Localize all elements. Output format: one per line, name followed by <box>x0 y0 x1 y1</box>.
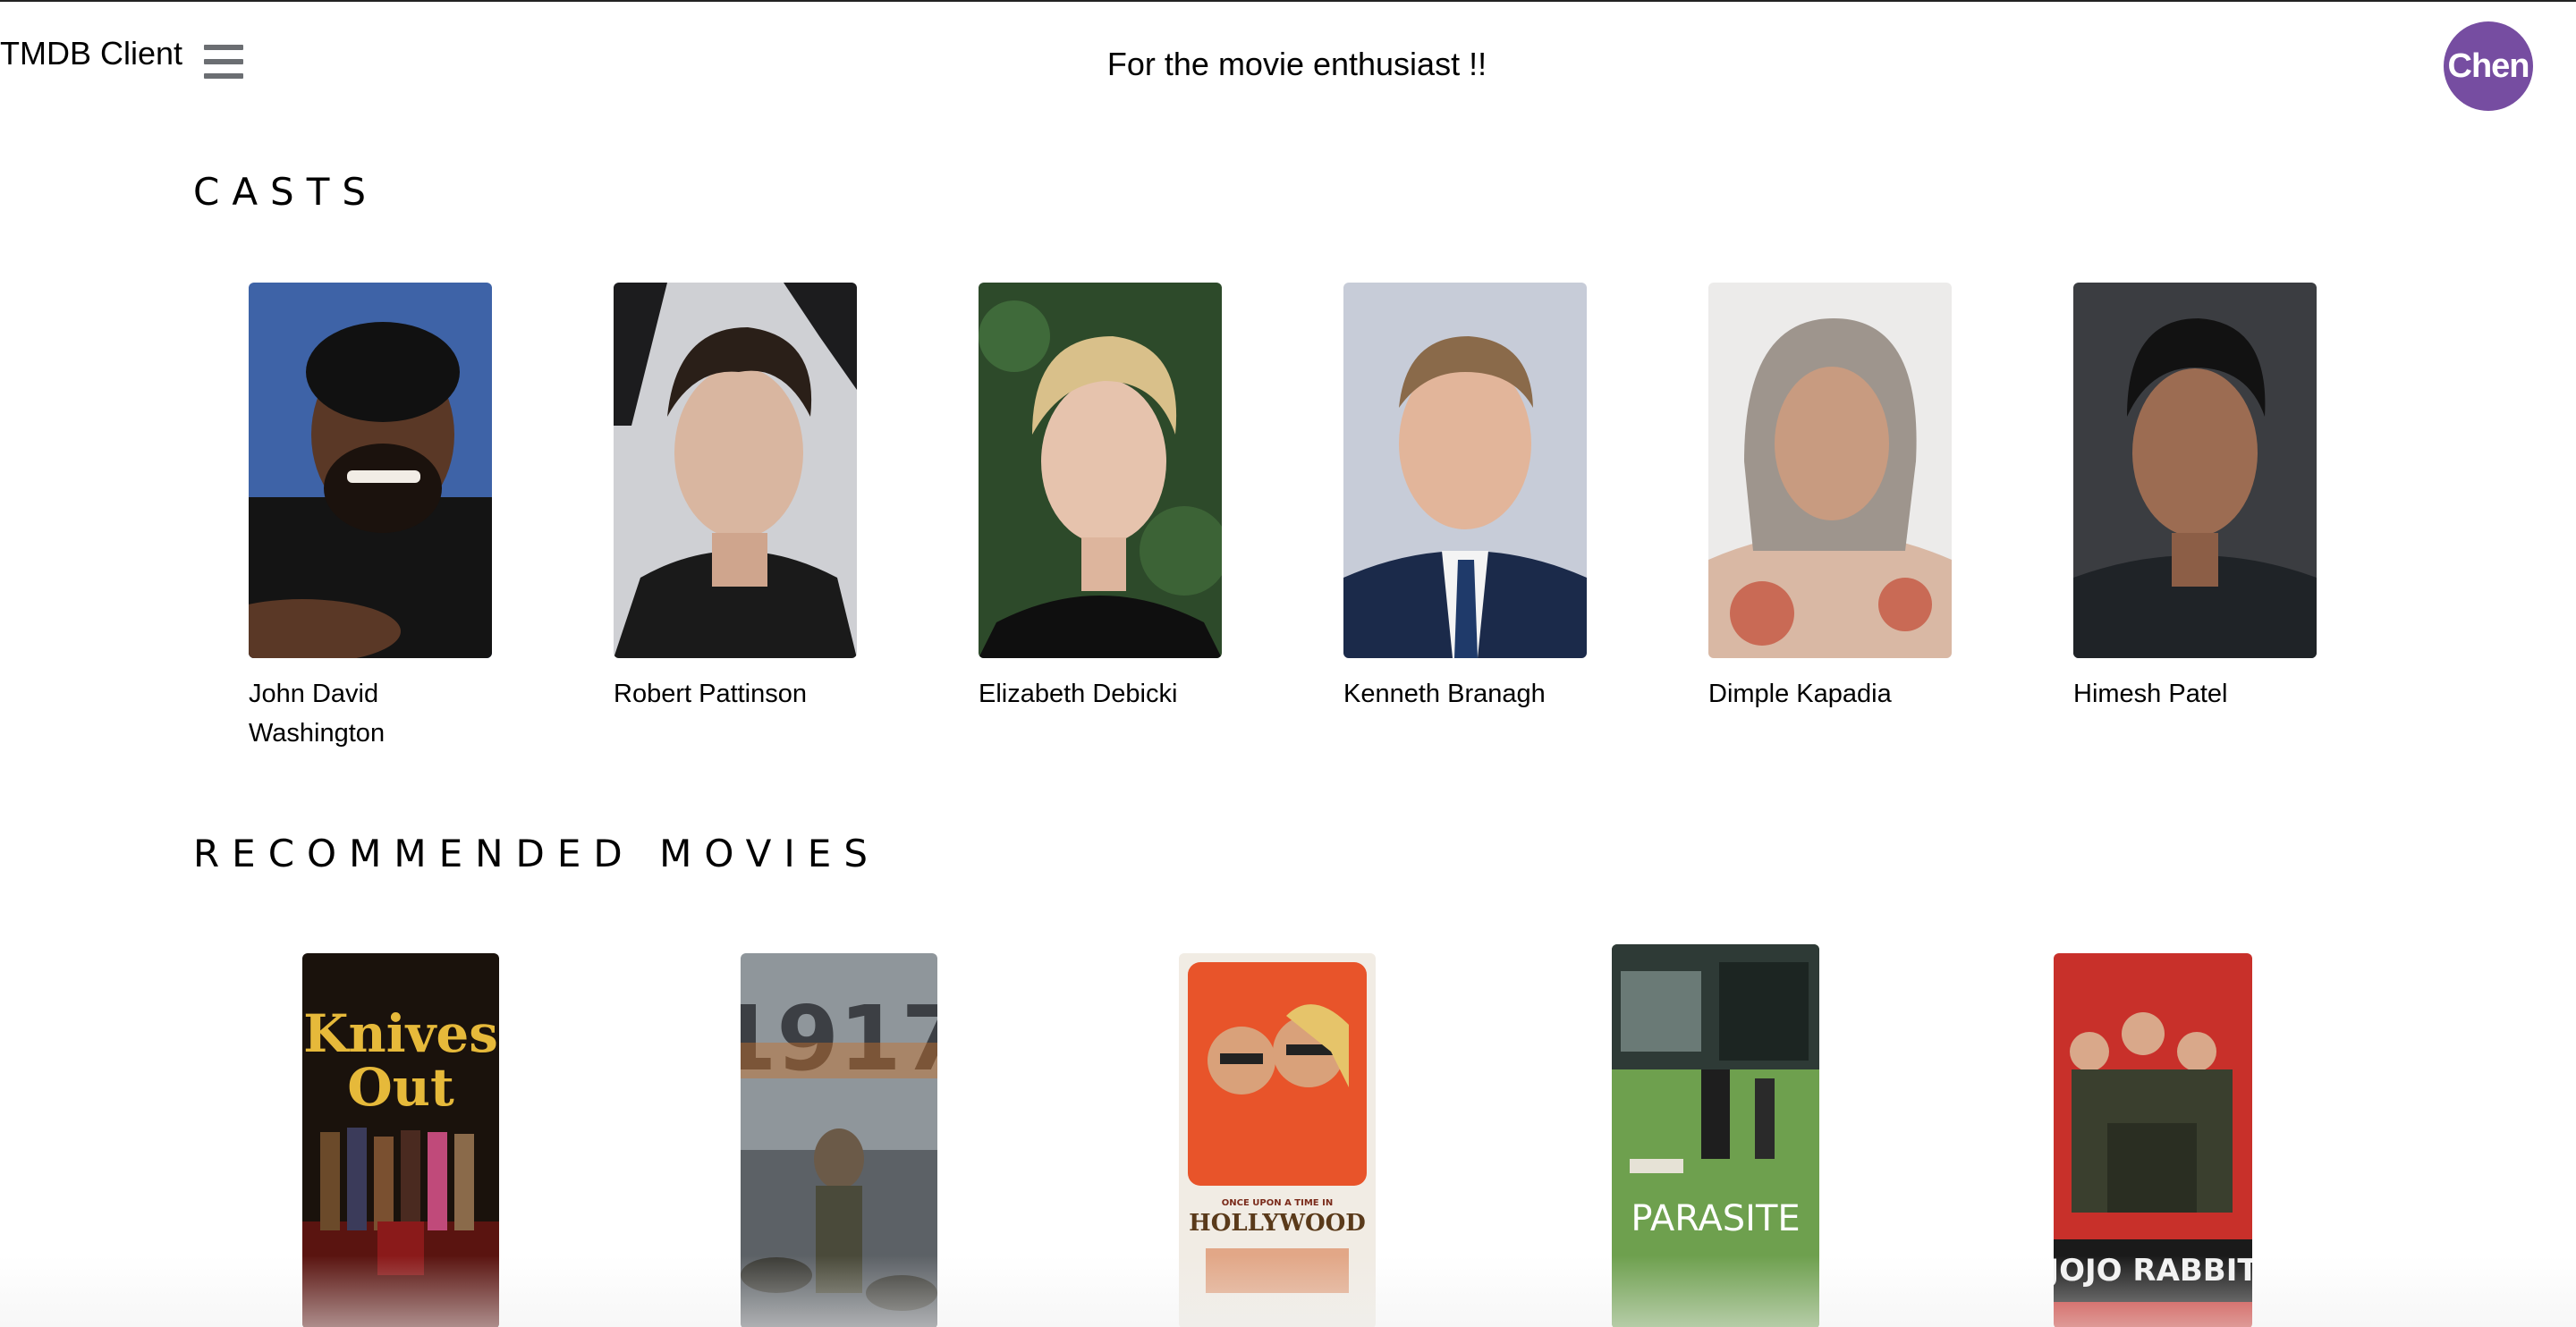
svg-text:PARASITE: PARASITE <box>1631 1198 1800 1239</box>
cast-photo-himesh-patel <box>2073 283 2317 658</box>
cast-card-robert-pattinson[interactable]: Robert Pattinson <box>614 283 857 714</box>
cast-card-john-david-washington[interactable]: John David Washington <box>249 283 492 753</box>
cast-name: Himesh Patel <box>2073 680 2228 708</box>
cast-name: John David Washington <box>249 680 386 748</box>
movie-card-parasite[interactable]: PARASITE <box>1612 944 1819 1327</box>
svg-text:Out: Out <box>347 1057 454 1118</box>
cast-photo-robert-pattinson <box>614 283 857 658</box>
cast-name: Elizabeth Debicki <box>979 680 1178 708</box>
svg-text:ONCE UPON A TIME IN: ONCE UPON A TIME IN <box>1222 1198 1333 1208</box>
movie-poster-parasite: PARASITE <box>1612 944 1819 1327</box>
svg-text:HOLLYWOOD: HOLLYWOOD <box>1189 1210 1366 1237</box>
recommended-movies-heading: RECOMMENDED MOVIES <box>193 832 880 875</box>
movie-card-once-upon-a-time-in-hollywood[interactable]: ONCE UPON A TIME IN HOLLYWOOD <box>1179 953 1376 1327</box>
casts-heading: CASTS <box>193 170 379 214</box>
cast-card-kenneth-branagh[interactable]: Kenneth Branagh <box>1343 283 1587 714</box>
movie-poster-knives-out: Knives Out <box>302 953 499 1327</box>
movie-card-knives-out[interactable]: Knives Out <box>302 953 499 1327</box>
page-tagline: For the movie enthusiast !! <box>1106 46 1487 82</box>
cast-photo-kenneth-branagh <box>1343 283 1587 658</box>
movie-card-jojo-rabbit[interactable]: JOJO RABBIT <box>2054 953 2252 1327</box>
svg-text:Knives: Knives <box>303 1003 498 1064</box>
app-window: TMDB Client For the movie enthusiast !! … <box>0 0 2576 1327</box>
movie-poster-1917: 1917 <box>741 953 937 1327</box>
svg-text:JOJO RABBIT: JOJO RABBIT <box>2054 1253 2252 1289</box>
cast-card-elizabeth-debicki[interactable]: Elizabeth Debicki <box>979 283 1222 714</box>
cast-photo-john-david-washington <box>249 283 492 658</box>
movie-poster-jojo-rabbit: JOJO RABBIT <box>2054 953 2252 1327</box>
user-avatar[interactable]: Chen <box>2444 21 2533 111</box>
cast-photo-dimple-kapadia <box>1708 283 1952 658</box>
movie-card-1917[interactable]: 1917 <box>741 953 937 1327</box>
cast-name: Robert Pattinson <box>614 680 808 708</box>
cast-name: Dimple Kapadia <box>1708 680 1892 708</box>
cast-photo-elizabeth-debicki <box>979 283 1222 658</box>
cast-card-dimple-kapadia[interactable]: Dimple Kapadia <box>1708 283 1952 714</box>
movie-poster-once-upon-a-time-in-hollywood: ONCE UPON A TIME IN HOLLYWOOD <box>1179 953 1376 1327</box>
cast-name: Kenneth Branagh <box>1343 680 1546 708</box>
cast-card-himesh-patel[interactable]: Himesh Patel <box>2073 283 2317 714</box>
